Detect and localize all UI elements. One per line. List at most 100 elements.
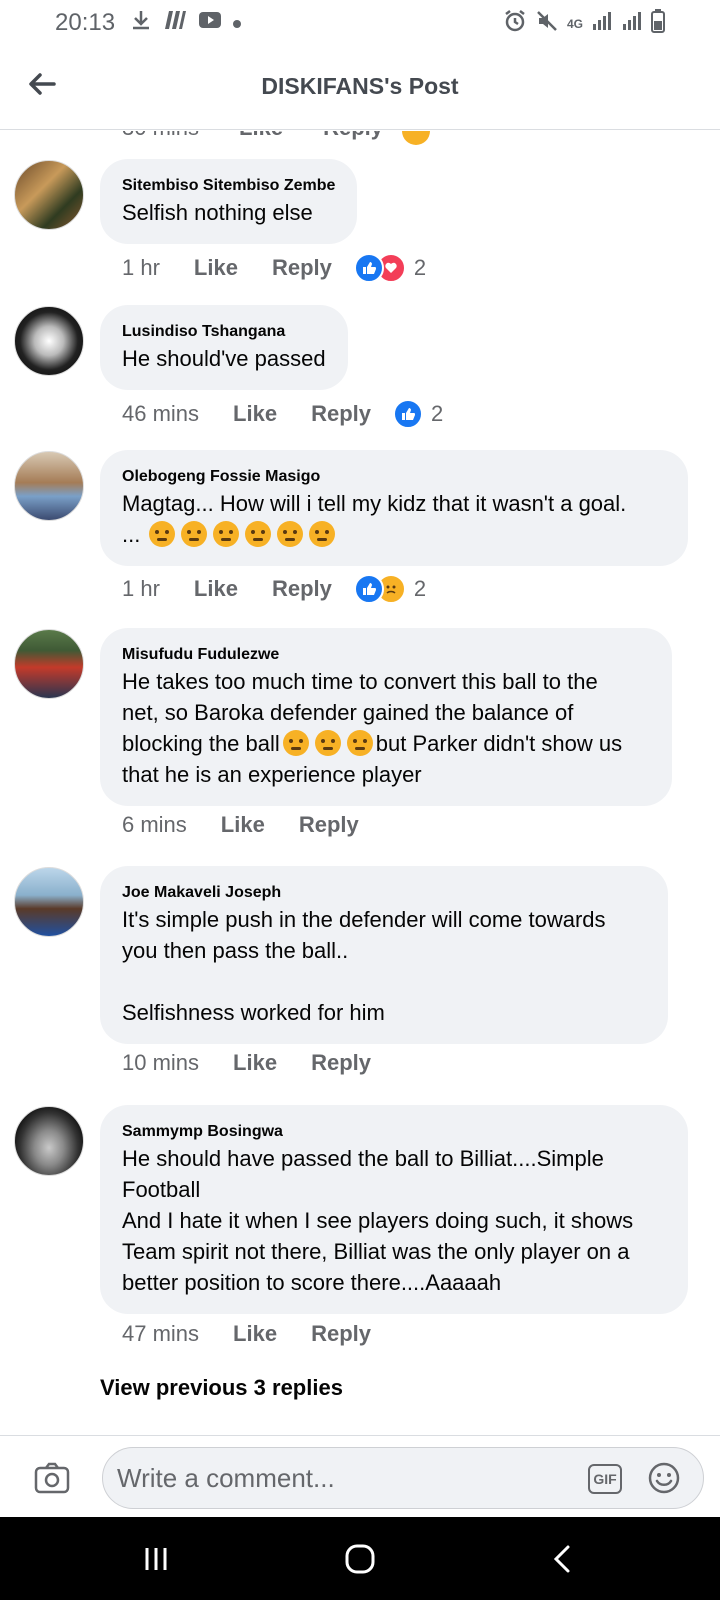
avatar[interactable] bbox=[14, 629, 84, 699]
comment-author[interactable]: Misufudu Fudulezwe bbox=[122, 644, 650, 666]
reaction-summary[interactable]: 2 bbox=[353, 253, 426, 283]
reply-button[interactable]: Reply bbox=[272, 255, 332, 281]
comment-author[interactable]: Sammymp Bosingwa bbox=[122, 1121, 666, 1143]
comment-bubble[interactable]: Sammymp Bosingwa He should have passed t… bbox=[100, 1105, 688, 1314]
comment-text-main: Magtag... How will i tell my kidz that i… bbox=[122, 491, 627, 516]
comment-author[interactable]: Olebogeng Fossie Masigo bbox=[122, 466, 666, 488]
like-button[interactable]: Like bbox=[221, 812, 265, 838]
reply-button[interactable]: Reply bbox=[272, 576, 332, 602]
comment-time[interactable]: 47 mins bbox=[122, 1321, 199, 1347]
like-button[interactable]: Like bbox=[194, 576, 238, 602]
previous-like-button[interactable]: Like bbox=[239, 131, 283, 141]
reaction-summary[interactable]: 2 bbox=[393, 399, 443, 429]
status-bar: 20:13 4G bbox=[0, 0, 720, 46]
status-right-icons: 4G bbox=[503, 9, 665, 38]
reply-button[interactable]: Reply bbox=[311, 1321, 371, 1347]
previous-comment-meta: 30 mins Like Reply bbox=[122, 131, 383, 141]
comment-meta: 47 mins Like Reply bbox=[122, 1321, 371, 1347]
comment-text-line: but Parker didn't show us bbox=[375, 731, 623, 756]
home-button[interactable] bbox=[340, 1539, 380, 1579]
comment-bubble[interactable]: Joe Makaveli Joseph It's simple push in … bbox=[100, 866, 668, 1044]
comment-meta: 6 mins Like Reply bbox=[122, 812, 359, 838]
thinking-face-icon bbox=[277, 521, 304, 547]
status-left-icons bbox=[130, 9, 242, 37]
smiley-icon bbox=[648, 1462, 680, 1494]
eye-roll-icon bbox=[346, 730, 373, 756]
thinking-face-icon bbox=[149, 521, 176, 547]
reply-button[interactable]: Reply bbox=[311, 401, 371, 427]
comment-bubble[interactable]: Sitembiso Sitembiso Zembe Selfish nothin… bbox=[100, 159, 358, 244]
comment-meta: 1 hr Like Reply 2 bbox=[122, 253, 426, 283]
home-icon bbox=[345, 1544, 375, 1574]
camera-icon bbox=[34, 1462, 70, 1494]
comment-author[interactable]: Lusindiso Tshangana bbox=[122, 321, 326, 343]
previous-comment-time: 30 mins bbox=[122, 131, 199, 141]
eye-roll-icon bbox=[282, 730, 309, 756]
emoji-button[interactable] bbox=[648, 1462, 680, 1494]
eye-roll-icon bbox=[314, 730, 341, 756]
thinking-face-icon bbox=[309, 521, 336, 547]
system-nav-bar bbox=[0, 1517, 720, 1600]
thinking-face-icon bbox=[213, 521, 240, 547]
thinking-face-icon bbox=[181, 521, 208, 547]
reaction-count: 2 bbox=[431, 401, 444, 426]
thumbs-up-icon bbox=[353, 253, 384, 283]
recent-apps-button[interactable] bbox=[136, 1539, 176, 1579]
comment-bubble[interactable]: Misufudu Fudulezwe He takes too much tim… bbox=[100, 628, 672, 806]
avatar[interactable] bbox=[14, 1106, 84, 1176]
comment-text: He takes too much time to convert this b… bbox=[122, 666, 650, 790]
comment-time[interactable]: 46 mins bbox=[122, 401, 199, 427]
comment-author[interactable]: Sitembiso Sitembiso Zembe bbox=[122, 175, 335, 197]
signal-icon bbox=[591, 10, 613, 37]
app-header: DISKIFANS's Post bbox=[0, 46, 720, 130]
comment-text: He should have passed the ball to Billia… bbox=[122, 1146, 634, 1295]
comment-time[interactable]: 1 hr bbox=[122, 576, 160, 602]
comment-time[interactable]: 1 hr bbox=[122, 255, 160, 281]
netflix-icon bbox=[162, 9, 188, 37]
comment-meta: 1 hr Like Reply 2 bbox=[122, 574, 426, 604]
like-button[interactable]: Like bbox=[194, 255, 238, 281]
comment-composer: GIF bbox=[0, 1435, 720, 1517]
comment-text-line: net, so Baroka defender gained the balan… bbox=[122, 700, 574, 725]
comment-text-line: blocking the ball bbox=[122, 731, 280, 756]
battery-icon bbox=[651, 9, 665, 38]
comment-bubble[interactable]: Olebogeng Fossie Masigo Magtag... How wi… bbox=[100, 450, 688, 566]
reply-button[interactable]: Reply bbox=[299, 812, 359, 838]
reply-button[interactable]: Reply bbox=[311, 1050, 371, 1076]
comment-meta: 46 mins Like Reply 2 bbox=[122, 399, 443, 429]
comment-time[interactable]: 6 mins bbox=[122, 812, 187, 838]
comment-text: Magtag... How will i tell my kidz that i… bbox=[122, 488, 666, 550]
comment-text: Selfish nothing else bbox=[122, 200, 313, 225]
network-label: 4G bbox=[566, 16, 583, 31]
avatar[interactable] bbox=[14, 306, 84, 376]
comments-feed[interactable]: 30 mins Like Reply Sitembiso Sitembiso Z… bbox=[0, 131, 720, 1435]
avatar[interactable] bbox=[14, 867, 84, 937]
avatar[interactable] bbox=[14, 451, 84, 521]
thumbs-up-icon bbox=[393, 399, 423, 429]
thinking-face-icon bbox=[245, 521, 272, 547]
page-title: DISKIFANS's Post bbox=[261, 73, 459, 99]
back-nav-button[interactable] bbox=[542, 1539, 582, 1579]
comment-time[interactable]: 10 mins bbox=[122, 1050, 199, 1076]
comment-text-line: that he is an experience player bbox=[122, 762, 422, 787]
avatar[interactable] bbox=[14, 160, 84, 230]
view-previous-replies-link[interactable]: View previous 3 replies bbox=[100, 1375, 343, 1401]
comment-meta: 10 mins Like Reply bbox=[122, 1050, 371, 1076]
comment-text: It's simple push in the defender will co… bbox=[122, 907, 606, 1025]
recent-apps-icon bbox=[145, 1548, 167, 1570]
comment-text-line: He takes too much time to convert this b… bbox=[122, 669, 598, 694]
download-icon bbox=[130, 9, 152, 37]
previous-reply-button[interactable]: Reply bbox=[323, 131, 383, 141]
comment-text-suffix: ... bbox=[122, 522, 141, 547]
comment-bubble[interactable]: Lusindiso Tshangana He should've passed bbox=[100, 305, 348, 390]
like-button[interactable]: Like bbox=[233, 401, 277, 427]
comment-author[interactable]: Joe Makaveli Joseph bbox=[122, 882, 646, 904]
gif-button[interactable]: GIF bbox=[588, 1464, 622, 1494]
like-button[interactable]: Like bbox=[233, 1321, 277, 1347]
comment-text: He should've passed bbox=[122, 346, 326, 371]
thumbs-up-icon bbox=[353, 574, 384, 604]
camera-button[interactable] bbox=[32, 1458, 72, 1498]
signal-icon-2 bbox=[621, 10, 643, 37]
like-button[interactable]: Like bbox=[233, 1050, 277, 1076]
reaction-summary[interactable]: 2 bbox=[353, 574, 426, 604]
